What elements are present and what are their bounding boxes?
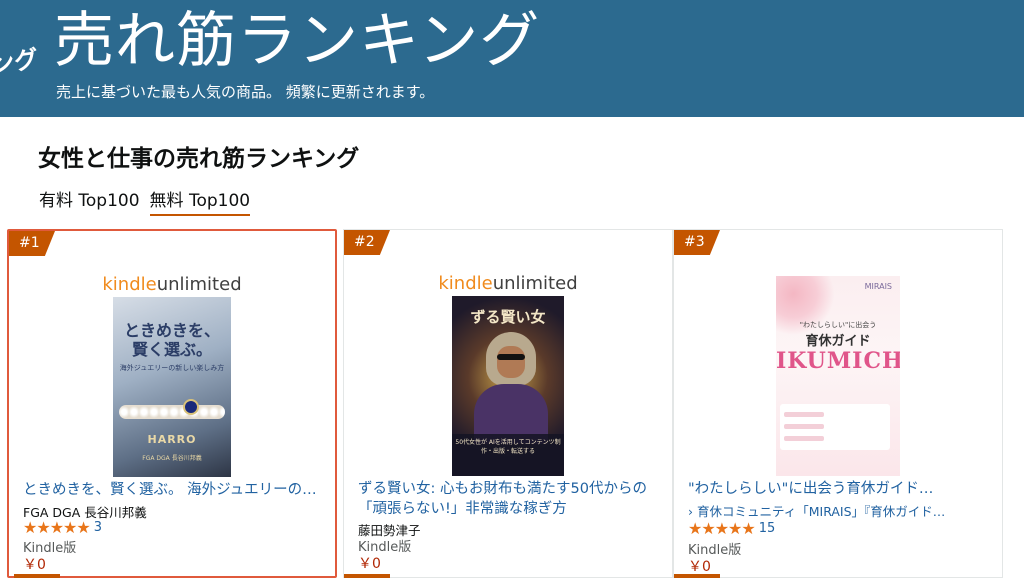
rank-badge: #3 <box>674 230 720 255</box>
rank-badge: #1 <box>9 231 55 256</box>
ring-art <box>183 399 199 415</box>
ranking-tabs: 有料 Top100 無料 Top100 <box>39 186 251 216</box>
banner-subtitle: 売上に基づいた最も人気の商品。 頻繁に更新されます。 <box>56 83 435 101</box>
cover-logo: IKUMICHI <box>776 348 900 374</box>
category-heading: 女性と仕事の売れ筋ランキング <box>38 146 360 172</box>
book-cover[interactable]: ときめきを、 賢く選ぶ。 海外ジュエリーの新しい楽しみ方 HARRO FGA DG… <box>113 297 231 477</box>
cover-info-box <box>780 404 890 450</box>
rating-count[interactable]: 3 <box>94 520 102 535</box>
product-image-area[interactable]: kindleunlimited ときめきを、 賢く選ぶ。 海外ジュエリーの新しい楽… <box>9 273 335 477</box>
cover-author: FGA DGA 長谷川邦義 <box>142 455 202 462</box>
star-rating-icon: ★★★★★ <box>688 519 756 538</box>
product-price: ￥0 <box>358 556 381 572</box>
cover-title: ずる賢い女 <box>470 308 546 326</box>
product-rating[interactable]: ★★★★★ 15 <box>688 519 775 538</box>
sunglasses-art <box>497 354 525 360</box>
banner-title: 売れ筋ランキング <box>54 6 541 76</box>
tab-paid-top100[interactable]: 有料 Top100 <box>39 186 140 216</box>
cover-brand: MIRAIS <box>864 282 892 291</box>
next-row-rank-badge <box>14 574 60 578</box>
product-author-link[interactable]: › 育休コミュニティ「MIRAIS」『育休ガイド… <box>688 501 988 520</box>
pearl-necklace-art <box>119 405 225 419</box>
next-row-rank-badge <box>344 574 390 578</box>
book-cover[interactable]: MIRAIS "わたしらしい"に出会う 育休ガイド IKUMICHI <box>776 276 900 476</box>
product-title-link[interactable]: ときめきを、賢く選ぶ。 海外ジュエリーの新… <box>23 480 323 500</box>
product-card-3[interactable]: #3 MIRAIS "わたしらしい"に出会う 育休ガイド IKUMICHI "わ… <box>673 229 1003 578</box>
cover-tagline: "わたしらしい"に出会う <box>799 321 877 329</box>
cover-band-text: 50代女性が AIを活用してコンテンツ制作・出版・転送する <box>455 439 561 455</box>
cover-brand: HARRO <box>147 433 197 446</box>
kindle-unlimited-logo: kindleunlimited <box>438 273 578 294</box>
kindle-unlimited-logo: kindleunlimited <box>102 274 242 295</box>
product-card-1[interactable]: #1 kindleunlimited ときめきを、 賢く選ぶ。 海外ジュエリーの新… <box>7 229 337 578</box>
next-row-rank-badge <box>674 574 720 578</box>
face-art <box>497 346 525 378</box>
cover-title: 育休ガイド <box>805 334 871 349</box>
cover-title-line: ときめきを、 <box>123 321 220 340</box>
cover-title-line: 賢く選ぶ。 <box>131 340 212 359</box>
banner-edge-text: ング <box>0 44 41 80</box>
product-price: ￥0 <box>688 559 711 575</box>
product-title-link[interactable]: "わたしらしい"に出会う育休ガイド… <box>688 479 988 499</box>
rank-badge: #2 <box>344 230 390 255</box>
page-banner: ング 売れ筋ランキング 売上に基づいた最も人気の商品。 頻繁に更新されます。 <box>0 0 1024 117</box>
product-rating[interactable]: ★★★★★ 3 <box>23 518 102 537</box>
product-image-area[interactable]: MIRAIS "わたしらしい"に出会う 育休ガイド IKUMICHI <box>674 276 1002 476</box>
rating-count[interactable]: 15 <box>759 521 776 536</box>
book-cover[interactable]: ずる賢い女 50代女性が AIを活用してコンテンツ制作・出版・転送する <box>452 296 564 476</box>
product-card-2[interactable]: #2 kindleunlimited ずる賢い女 50代女性が AIを活用してコ… <box>343 229 673 578</box>
cover-subtitle: 海外ジュエリーの新しい楽しみ方 <box>119 364 225 372</box>
product-title-link[interactable]: ずる賢い女: 心もお財布も満たす50代からの「頑張らない!」非常識な稼ぎ方 <box>358 479 658 519</box>
tab-free-top100[interactable]: 無料 Top100 <box>149 186 251 216</box>
product-image-area[interactable]: kindleunlimited ずる賢い女 50代女性が AIを活用してコンテン… <box>344 272 672 476</box>
star-rating-icon: ★★★★★ <box>23 518 91 537</box>
product-price: ￥0 <box>23 557 46 573</box>
